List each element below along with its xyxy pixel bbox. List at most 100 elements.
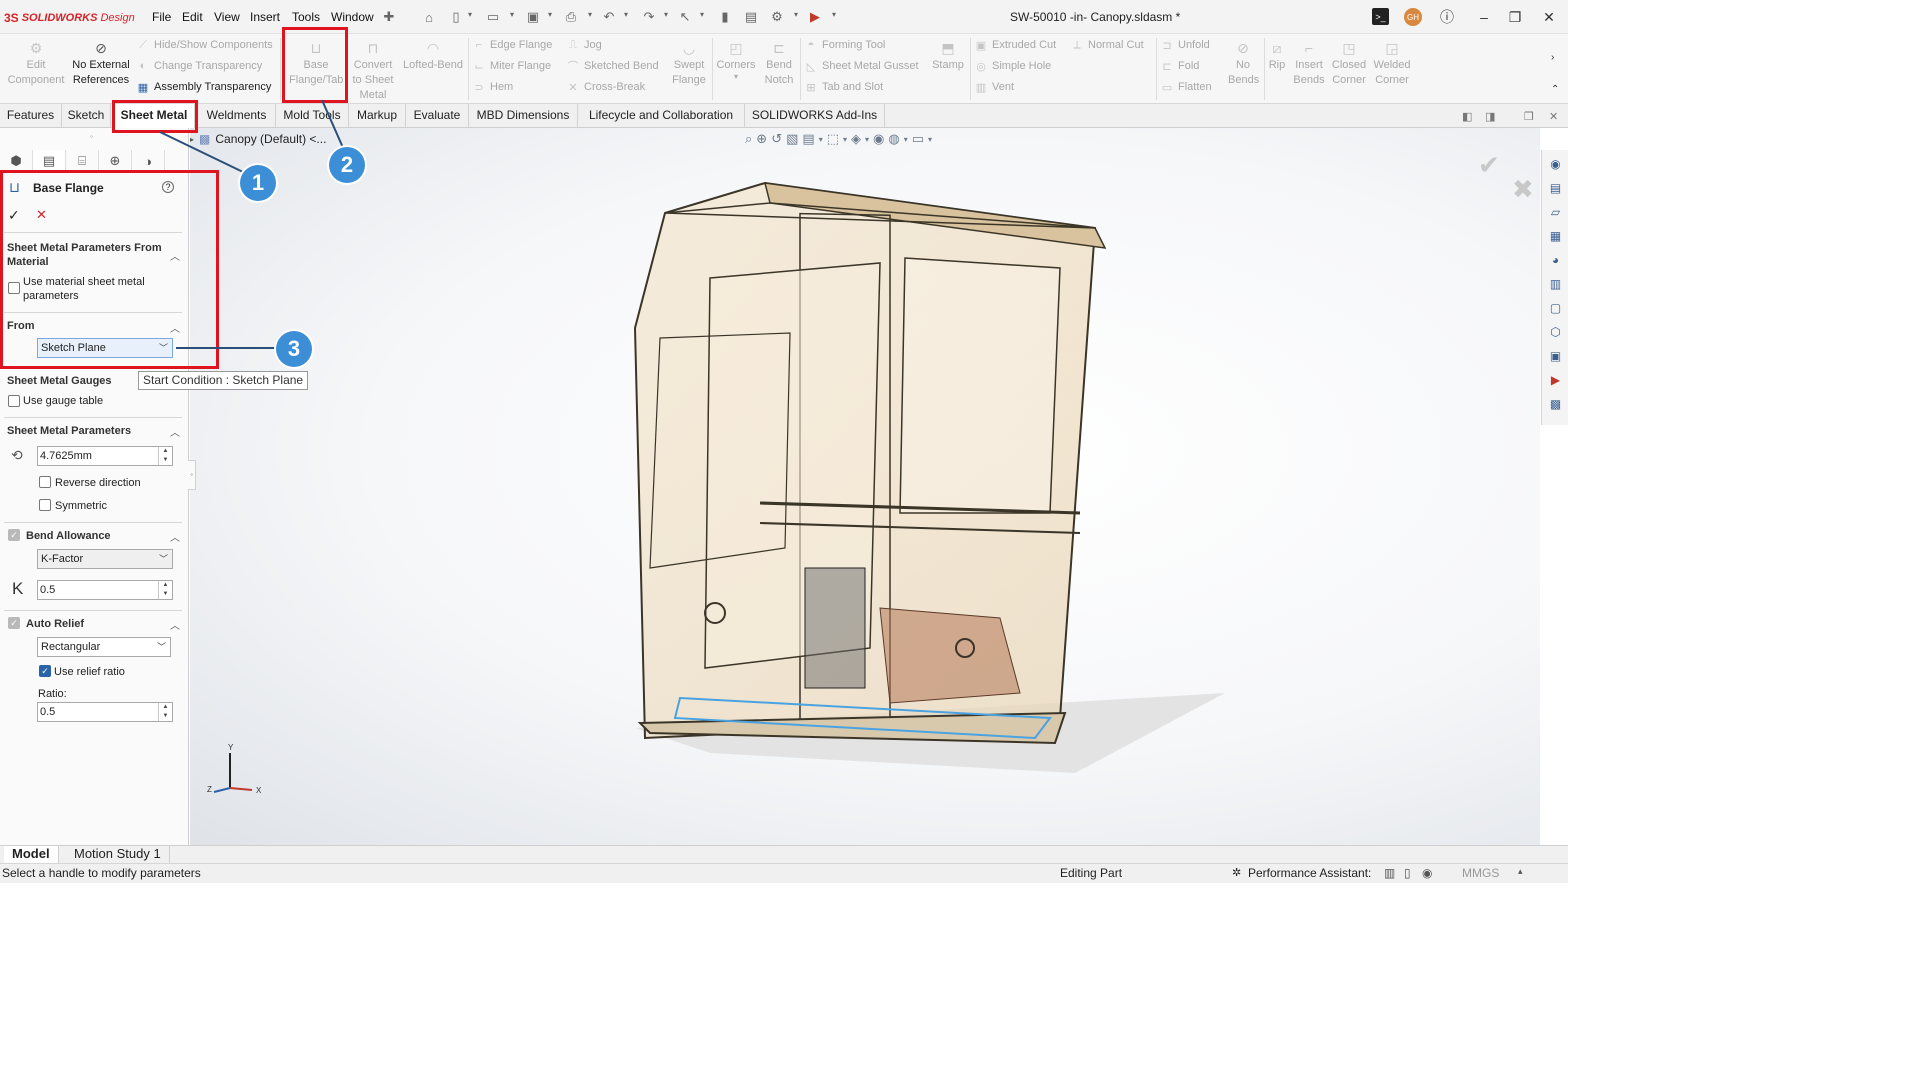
ratio-input[interactable]: 0.5 ▲ ▼ (37, 702, 173, 722)
bend-allowance-type-select[interactable]: K-Factor ﹀ (37, 549, 173, 569)
bend-notch-button[interactable]: ⊏ Bend Notch (760, 38, 798, 88)
tab-evaluate[interactable]: Evaluate (406, 104, 469, 128)
help-icon[interactable]: ⓘ (1436, 6, 1458, 28)
mouse-icon[interactable]: ▯ (1404, 866, 1411, 880)
performance-assistant-icon[interactable]: ✲ (1232, 866, 1241, 879)
appearance-dropdown-icon[interactable]: ▾ (904, 135, 908, 144)
section-sheet-metal-params[interactable]: Sheet Metal Parameters (7, 424, 131, 438)
expand-arrow-icon[interactable]: ▸ (190, 135, 194, 144)
minimize-button[interactable]: – (1473, 6, 1495, 28)
panel-splitter-icon[interactable]: ◦ (90, 132, 93, 141)
macro-dropdown-icon[interactable]: ▾ (832, 10, 836, 19)
edge-flange-button[interactable]: ⌐ Edge Flange (472, 36, 553, 54)
previous-view-icon[interactable]: ↺ (771, 131, 782, 147)
tab-solidworks-add-ins[interactable]: SOLIDWORKS Add-Ins (745, 104, 885, 128)
panel-flyout-handle[interactable]: ◦ (188, 460, 196, 490)
unit-system[interactable]: MMGS (1462, 866, 1499, 880)
hide-show-items-icon[interactable]: ◉ (873, 131, 884, 147)
display-icon[interactable]: ◉ (1422, 866, 1432, 880)
viewport-tile-icon[interactable]: ◧ (1462, 110, 1472, 123)
viewport-restore-icon[interactable]: ❐ (1524, 110, 1534, 123)
relief-type-select[interactable]: Rectangular ﹀ (37, 637, 171, 657)
menu-edit[interactable]: Edit (182, 10, 203, 24)
pin-icon[interactable]: ✚ (380, 8, 398, 26)
jog-button[interactable]: ⎍ Jog (566, 36, 602, 54)
use-gauge-table-checkbox[interactable] (8, 395, 20, 407)
new-document-icon[interactable]: ▯ (447, 8, 465, 26)
toolbox-icon[interactable]: ▣ (1547, 347, 1564, 364)
collapse-chevron-icon[interactable]: ︿ (170, 529, 180, 544)
graphics-area[interactable]: Y X Z ✔ ✖ (190, 128, 1540, 845)
auto-relief-checkbox[interactable]: ✓ (8, 617, 20, 629)
user-avatar[interactable]: GH (1404, 8, 1422, 26)
tab-motion-study[interactable]: Motion Study 1 (66, 846, 170, 863)
swept-flange-button[interactable]: ◡ Swept Flange (666, 38, 712, 88)
use-relief-ratio-checkbox[interactable]: ✓ (39, 665, 51, 677)
section-bend-allowance[interactable]: Bend Allowance (26, 529, 111, 543)
section-view-icon[interactable]: ▧ (786, 131, 798, 147)
property-manager-tab-icon[interactable]: ▤ (33, 150, 66, 172)
restore-button[interactable]: ❐ (1504, 6, 1526, 28)
menu-file[interactable]: File (152, 10, 171, 24)
extruded-cut-button[interactable]: ▣ Extruded Cut (974, 36, 1056, 54)
redo-dropdown-icon[interactable]: ▾ (664, 10, 668, 19)
menu-view[interactable]: View (214, 10, 240, 24)
menu-window[interactable]: Window (331, 10, 374, 24)
print-icon[interactable]: ⎙ (562, 8, 580, 26)
sketched-bend-button[interactable]: ⌒ Sketched Bend (566, 57, 659, 75)
undo-dropdown-icon[interactable]: ▾ (624, 10, 628, 19)
assembly-transparency-button[interactable]: ▦ Assembly Transparency (136, 78, 272, 96)
tab-model[interactable]: Model (4, 846, 59, 863)
fold-button[interactable]: ⊏ Fold (1160, 57, 1199, 75)
redo-icon[interactable]: ↷ (640, 8, 658, 26)
tab-mold-tools[interactable]: Mold Tools (276, 104, 349, 128)
k-factor-spinner-icon[interactable]: ▲ ▼ (158, 581, 172, 599)
stamp-button[interactable]: ⬒ Stamp (928, 38, 968, 73)
tab-mbd-dimensions[interactable]: MBD Dimensions (469, 104, 578, 128)
close-button[interactable]: ✕ (1538, 6, 1560, 28)
edit-appearance-icon[interactable]: ◍ (888, 131, 899, 147)
hide-show-components-button[interactable]: ⟋ Hide/Show Components (136, 36, 272, 54)
view-settings-dropdown-icon[interactable]: ▾ (928, 135, 932, 144)
hem-button[interactable]: ⊃ Hem (472, 78, 513, 96)
view-settings-icon[interactable]: ▭ (912, 131, 924, 147)
select-dropdown-icon[interactable]: ▾ (700, 10, 704, 19)
canopy-model[interactable]: Y X Z (190, 128, 1540, 845)
flatten-button[interactable]: ▭ Flatten (1160, 78, 1212, 96)
tab-markup[interactable]: Markup (349, 104, 406, 128)
undo-icon[interactable]: ↶ (600, 8, 618, 26)
insert-bends-button[interactable]: ⌐ Insert Bends (1290, 38, 1328, 88)
home-icon[interactable]: ⌂ (420, 8, 438, 26)
3d-content-icon[interactable]: ⬡ (1547, 323, 1564, 340)
new-dropdown-icon[interactable]: ▾ (468, 10, 472, 19)
open-icon[interactable]: ▭ (484, 8, 502, 26)
reverse-direction-checkbox[interactable] (39, 476, 51, 488)
rebuild-status-icon[interactable]: ▥ (1384, 866, 1395, 880)
menu-tools[interactable]: Tools (292, 10, 320, 24)
tab-lifecycle-collaboration[interactable]: Lifecycle and Collaboration (578, 104, 745, 128)
cross-break-button[interactable]: ✕ Cross-Break (566, 78, 645, 96)
welded-corner-button[interactable]: ◲ Welded Corner (1370, 38, 1414, 88)
symmetric-checkbox[interactable] (39, 499, 51, 511)
closed-corner-button[interactable]: ◳ Closed Corner (1330, 38, 1368, 88)
feature-tree-root[interactable]: ▸ ▩ Canopy (Default) <... (190, 132, 326, 146)
rip-button[interactable]: ⧄ Rip (1266, 38, 1288, 73)
view-orientation-dropdown-icon[interactable]: ▾ (843, 135, 847, 144)
unfold-button[interactable]: ⊐ Unfold (1160, 36, 1209, 54)
viewport-split-icon[interactable]: ◨ (1485, 110, 1495, 123)
miter-flange-button[interactable]: ⌙ Miter Flange (472, 57, 551, 75)
macro-run-icon[interactable]: ▶ (1547, 371, 1564, 388)
menu-insert[interactable]: Insert (250, 10, 280, 24)
zoom-to-area-icon[interactable]: ⊕ (756, 131, 767, 147)
collapse-chevron-icon[interactable]: ︿ (170, 617, 180, 632)
print-dropdown-icon[interactable]: ▾ (588, 10, 592, 19)
thickness-input[interactable]: 4.7625mm ▲ ▼ (37, 446, 173, 466)
dynamic-annotation-icon[interactable]: ▤ (802, 131, 814, 147)
display-manager-tab-icon[interactable]: ◑ (132, 150, 165, 172)
corners-button[interactable]: ◰ Corners ▾ (714, 38, 758, 81)
bend-allowance-checkbox[interactable]: ✓ (8, 529, 20, 541)
view-orientation-icon[interactable]: ⬚ (827, 131, 839, 147)
edit-component-button[interactable]: ⚙ Edit Component (4, 38, 68, 88)
tab-sketch[interactable]: Sketch (62, 104, 111, 128)
save-icon[interactable]: ▣ (524, 8, 542, 26)
